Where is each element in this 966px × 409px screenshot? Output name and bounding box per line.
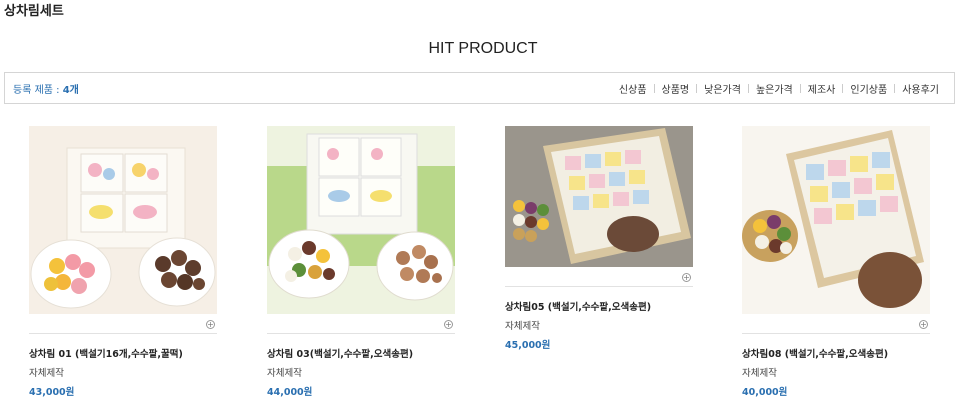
product-card: + 상차림08 (백설기,수수팥,오색송편) 자체제작 40,000원 — [742, 126, 930, 398]
product-image[interactable] — [505, 126, 693, 267]
sort-options: 신상품 상품명 낮은가격 높은가격 제조사 인기상품 사용후기 — [612, 81, 946, 96]
product-price: 44,000원 — [267, 387, 313, 398]
product-price: 43,000원 — [29, 387, 75, 398]
sort-name[interactable]: 상품명 — [655, 81, 697, 96]
product-maker: 자체제작 — [742, 368, 777, 379]
sort-bar: 등록 제품 : 4개 신상품 상품명 낮은가격 높은가격 제조사 인기상품 사용… — [4, 72, 955, 104]
product-name[interactable]: 상차림08 (백설기,수수팥,오색송편) — [742, 346, 930, 360]
section-title: HIT PRODUCT — [428, 40, 538, 57]
product-maker: 자체제작 — [505, 321, 540, 332]
zoom-plus-icon[interactable]: + — [682, 273, 691, 282]
product-zoom-row: + — [29, 314, 217, 334]
zoom-plus-icon[interactable]: + — [206, 320, 215, 329]
zoom-plus-icon[interactable]: + — [919, 320, 928, 329]
product-name[interactable]: 상차림05 (백설기,수수팥,오색송편) — [505, 299, 693, 313]
sort-new[interactable]: 신상품 — [612, 81, 654, 96]
product-count: 등록 제품 : 4개 — [13, 81, 79, 96]
product-count-label: 등록 제품 : — [13, 84, 63, 96]
product-name[interactable]: 상차림 01 (백설기16개,수수팥,꿀떡) — [29, 346, 217, 360]
product-name[interactable]: 상차림 03(백설기,수수팥,오색송편) — [267, 346, 455, 360]
product-image[interactable] — [267, 126, 455, 314]
product-count-value: 4개 — [62, 84, 79, 96]
product-image[interactable] — [29, 126, 217, 314]
product-card: + 상차림05 (백설기,수수팥,오색송편) 자체제작 45,000원 — [505, 126, 693, 351]
category-title: 상차림세트 — [4, 4, 64, 19]
sort-low-price[interactable]: 낮은가격 — [697, 81, 748, 96]
product-price: 40,000원 — [742, 387, 788, 398]
product-price: 45,000원 — [505, 340, 551, 351]
sort-maker[interactable]: 제조사 — [801, 81, 843, 96]
product-zoom-row: + — [505, 267, 693, 287]
product-maker: 자체제작 — [29, 368, 64, 379]
product-card: + 상차림 01 (백설기16개,수수팥,꿀떡) 자체제작 43,000원 — [29, 126, 217, 398]
product-image[interactable] — [742, 126, 930, 314]
product-zoom-row: + — [742, 314, 930, 334]
product-zoom-row: + — [267, 314, 455, 334]
sort-popular[interactable]: 인기상품 — [843, 81, 894, 96]
zoom-plus-icon[interactable]: + — [444, 320, 453, 329]
sort-reviews[interactable]: 사용후기 — [895, 81, 946, 96]
product-maker: 자체제작 — [267, 368, 302, 379]
product-card: + 상차림 03(백설기,수수팥,오색송편) 자체제작 44,000원 — [267, 126, 455, 398]
sort-high-price[interactable]: 높은가격 — [749, 81, 800, 96]
